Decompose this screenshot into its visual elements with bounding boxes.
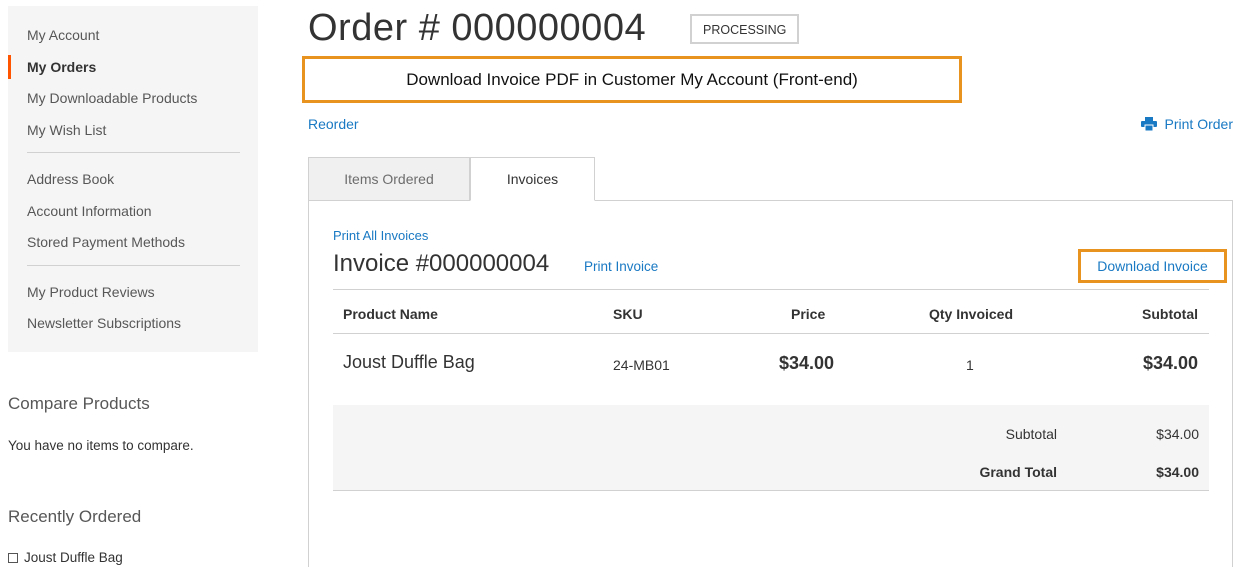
column-header-sku: SKU bbox=[613, 306, 643, 322]
column-header-qty-invoiced: Qty Invoiced bbox=[929, 306, 1014, 322]
page-title: Order # 000000004 bbox=[308, 7, 647, 49]
annotation-callout: Download Invoice PDF in Customer My Acco… bbox=[302, 56, 962, 103]
item-subtotal: $34.00 bbox=[1142, 353, 1198, 373]
table-header-divider bbox=[333, 333, 1209, 334]
column-header-subtotal: Subtotal bbox=[1142, 306, 1198, 322]
print-invoice-link[interactable]: Print Invoice bbox=[584, 259, 658, 274]
recently-ordered-item: Joust Duffle Bag bbox=[8, 550, 123, 565]
recent-item-label: Joust Duffle Bag bbox=[24, 550, 123, 565]
sidebar-item-account-information[interactable]: Account Information bbox=[8, 199, 258, 231]
item-sku: 24-MB01 bbox=[613, 357, 670, 373]
download-invoice-link[interactable]: Download Invoice bbox=[1097, 258, 1208, 274]
sidebar-item-my-orders[interactable]: My Orders bbox=[8, 54, 258, 87]
sidebar-item-product-reviews[interactable]: My Product Reviews bbox=[8, 280, 258, 312]
print-order-label: Print Order bbox=[1164, 116, 1233, 132]
item-product-name: Joust Duffle Bag bbox=[343, 352, 475, 372]
nav-divider bbox=[27, 152, 240, 153]
printer-icon bbox=[1140, 117, 1157, 131]
column-header-product-name: Product Name bbox=[343, 306, 438, 322]
download-invoice-highlight: Download Invoice bbox=[1078, 249, 1227, 283]
sidebar-item-downloadable-products[interactable]: My Downloadable Products bbox=[8, 86, 258, 118]
table-divider bbox=[333, 289, 1209, 290]
print-order-link[interactable]: Print Order bbox=[1140, 116, 1233, 132]
reorder-link[interactable]: Reorder bbox=[308, 116, 359, 132]
sidebar-item-wish-list[interactable]: My Wish List bbox=[8, 118, 258, 150]
sidebar-item-newsletter-subscriptions[interactable]: Newsletter Subscriptions bbox=[8, 311, 258, 343]
item-qty-invoiced: 1 bbox=[966, 357, 974, 373]
item-price: $34.00 bbox=[779, 353, 835, 373]
sidebar-item-stored-payment-methods[interactable]: Stored Payment Methods bbox=[8, 230, 258, 262]
tab-invoices[interactable]: Invoices bbox=[470, 157, 595, 201]
sidebar-item-address-book[interactable]: Address Book bbox=[8, 167, 258, 199]
recent-item-checkbox[interactable] bbox=[8, 552, 18, 563]
totals-subtotal-value: $34.00 bbox=[1156, 426, 1199, 442]
totals-grand-total-value: $34.00 bbox=[1156, 464, 1199, 480]
compare-products-empty-text: You have no items to compare. bbox=[8, 438, 194, 453]
invoice-title: Invoice #000000004 bbox=[333, 250, 550, 277]
account-navigation: My Account My Orders My Downloadable Pro… bbox=[8, 6, 258, 352]
print-all-invoices-link[interactable]: Print All Invoices bbox=[333, 228, 428, 243]
tab-items-ordered[interactable]: Items Ordered bbox=[308, 157, 470, 201]
totals-grand-total-label: Grand Total bbox=[979, 464, 1057, 480]
column-header-price: Price bbox=[791, 306, 826, 322]
recently-ordered-title: Recently Ordered bbox=[8, 507, 142, 526]
compare-products-title: Compare Products bbox=[8, 394, 150, 413]
nav-divider bbox=[27, 264, 240, 266]
sidebar-item-my-account[interactable]: My Account bbox=[8, 23, 258, 55]
annotation-text: Download Invoice PDF in Customer My Acco… bbox=[406, 69, 858, 89]
totals-subtotal-label: Subtotal bbox=[1005, 426, 1057, 442]
order-status-badge: PROCESSING bbox=[690, 14, 800, 44]
invoice-totals: Subtotal $34.00 Grand Total $34.00 bbox=[333, 405, 1209, 491]
